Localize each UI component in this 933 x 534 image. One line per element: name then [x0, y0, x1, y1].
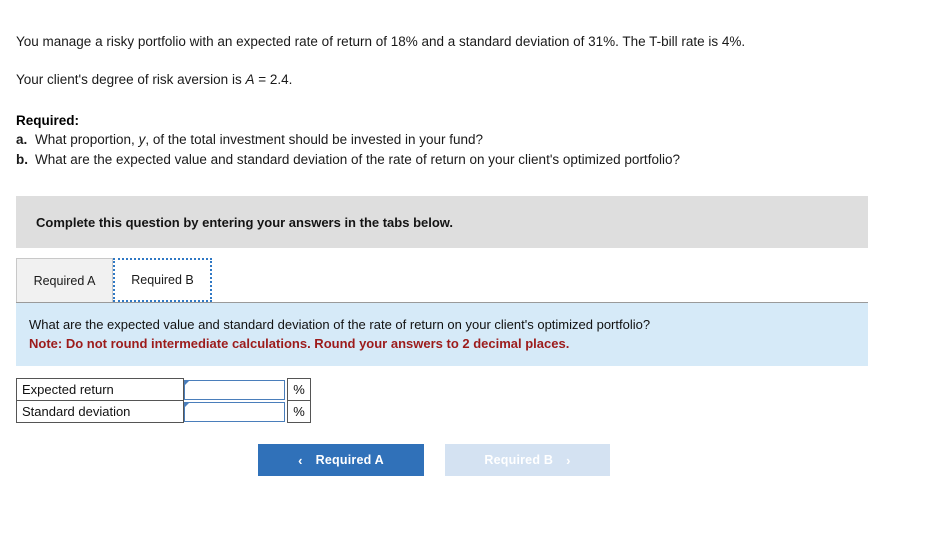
- stem-paragraph-2-prefix: Your client's degree of risk aversion is: [16, 72, 246, 87]
- required-section: Required: a. What proportion, y, of the …: [0, 112, 933, 170]
- instruction-banner: Complete this question by entering your …: [16, 196, 868, 248]
- next-required-b-label: Required B: [484, 453, 554, 467]
- required-item-b-letter: b.: [16, 152, 28, 167]
- instruction-banner-text: Complete this question by entering your …: [36, 214, 454, 230]
- tab-required-b-label: Required B: [131, 273, 194, 287]
- required-item-a: a. What proportion, y, of the total inve…: [16, 130, 917, 150]
- required-item-a-text-after: , of the total investment should be inve…: [145, 132, 484, 147]
- required-item-b: b. What are the expected value and stand…: [16, 150, 917, 170]
- prev-required-a-button[interactable]: ‹ Required A: [258, 444, 424, 476]
- standard-deviation-input-cell: [183, 400, 288, 423]
- expected-return-input-cell: [183, 378, 288, 401]
- standard-deviation-unit: %: [287, 400, 311, 423]
- navigation-buttons: ‹ Required A Required B ›: [0, 444, 933, 476]
- stem-paragraph-2-suffix: = 2.4.: [254, 72, 293, 87]
- tab-required-b[interactable]: Required B: [113, 258, 212, 302]
- required-item-a-text-before: What proportion,: [35, 132, 139, 147]
- question-panel-question: What are the expected value and standard…: [29, 317, 651, 332]
- expected-return-label: Expected return: [16, 378, 184, 401]
- stem-paragraph-2: Your client's degree of risk aversion is…: [16, 50, 917, 88]
- question-panel-note: Note: Do not round intermediate calculat…: [29, 336, 570, 351]
- question-page: You manage a risky portfolio with an exp…: [0, 0, 933, 476]
- table-row: Expected return %: [16, 378, 311, 401]
- required-item-a-text: What proportion, y, of the total investm…: [35, 130, 483, 150]
- required-item-b-text: What are the expected value and standard…: [35, 152, 680, 167]
- expected-return-input[interactable]: [184, 379, 285, 400]
- chevron-left-icon: ‹: [298, 452, 303, 468]
- stem-paragraph-1: You manage a risky portfolio with an exp…: [16, 34, 746, 49]
- next-required-b-button[interactable]: Required B ›: [445, 444, 610, 476]
- table-row: Standard deviation %: [16, 400, 311, 423]
- standard-deviation-label: Standard deviation: [16, 400, 184, 423]
- required-item-a-letter: a.: [16, 132, 28, 147]
- expected-return-unit: %: [287, 378, 311, 401]
- prev-required-a-label: Required A: [315, 453, 384, 467]
- standard-deviation-input[interactable]: [184, 401, 285, 422]
- required-heading: Required:: [16, 113, 80, 128]
- answer-table: Expected return % Standard deviation %: [16, 378, 311, 423]
- tab-bar: Required A Required B: [16, 257, 868, 303]
- tab-required-a[interactable]: Required A: [16, 258, 113, 302]
- tab-required-a-label: Required A: [33, 273, 96, 288]
- chevron-right-icon: ›: [566, 452, 571, 468]
- question-stem: You manage a risky portfolio with an exp…: [0, 0, 933, 88]
- question-panel: What are the expected value and standard…: [16, 303, 868, 366]
